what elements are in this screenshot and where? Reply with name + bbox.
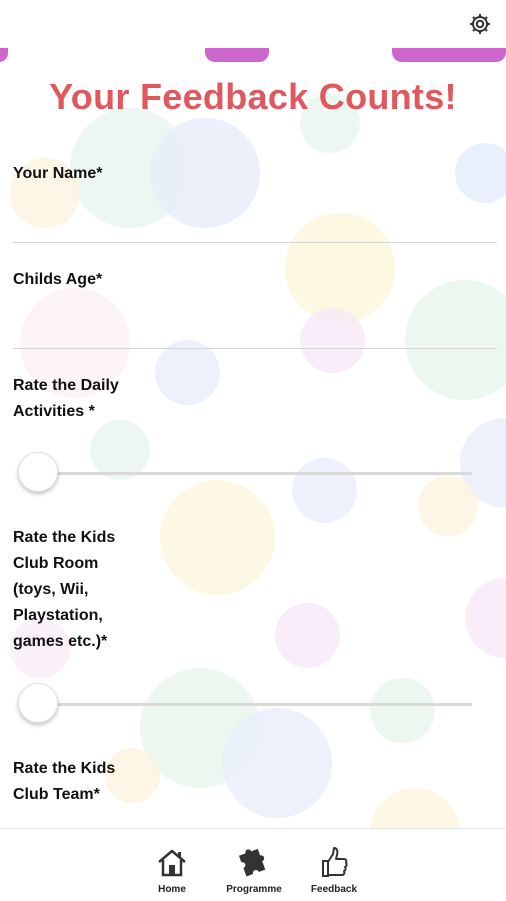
- feedback-content[interactable]: Your Feedback Counts! Your Name* Childs …: [0, 48, 506, 828]
- home-icon: [137, 843, 207, 879]
- name-label: Your Name*: [13, 165, 103, 182]
- slider-thumb[interactable]: [18, 452, 58, 492]
- gear-icon[interactable]: [466, 10, 494, 38]
- kids-club-room-label: Rate the Kids Club Room (toys, Wii, Play…: [13, 529, 116, 650]
- decor-tab-right: [392, 48, 506, 62]
- puzzle-icon: [219, 843, 289, 879]
- nav-home-label: Home: [158, 884, 186, 895]
- childs-age-field[interactable]: [13, 302, 497, 349]
- top-bar: [0, 0, 506, 48]
- daily-activities-label: Rate the Daily Activities *: [13, 377, 119, 420]
- nav-feedback[interactable]: Feedback: [299, 843, 369, 895]
- decor-tab-middle: [205, 48, 269, 62]
- page-title: Your Feedback Counts!: [49, 76, 457, 117]
- slider-thumb[interactable]: [18, 683, 58, 723]
- nav-feedback-label: Feedback: [310, 884, 358, 895]
- kids-club-room-slider[interactable]: [18, 682, 472, 726]
- nav-home[interactable]: Home: [137, 843, 207, 895]
- slider-track: [18, 472, 472, 475]
- daily-activities-slider[interactable]: [18, 451, 472, 495]
- name-field[interactable]: [13, 196, 497, 243]
- thumbs-up-icon: [299, 843, 369, 879]
- bottom-nav: Home Programme Feedback: [0, 828, 506, 901]
- nav-programme-label: Programme: [226, 884, 282, 895]
- kids-club-team-label: Rate the Kids Club Team*: [13, 760, 116, 803]
- slider-track: [18, 703, 472, 706]
- childs-age-label: Childs Age*: [13, 271, 103, 288]
- nav-programme[interactable]: Programme: [219, 843, 289, 895]
